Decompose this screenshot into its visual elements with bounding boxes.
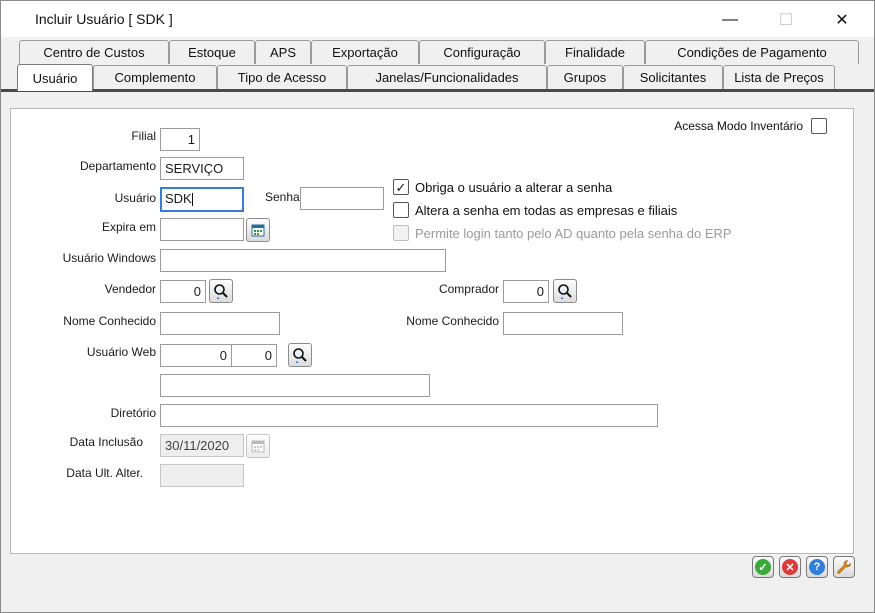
obriga-alterar-senha-label: Obriga o usuário a alterar a senha [415, 180, 613, 195]
comprador-label: Comprador [438, 282, 499, 296]
data-inclusao-label: Data Inclusão [69, 435, 143, 449]
senha-label: Senha [265, 190, 300, 204]
vendedor-label: Vendedor [104, 282, 156, 296]
usuario-windows-input[interactable] [160, 249, 446, 272]
minimize-button[interactable]: — [707, 7, 753, 33]
usuario-web-label: Usuário Web [86, 345, 156, 359]
tab-condicoes-de-pagamento[interactable]: Condições de Pagamento [645, 40, 859, 64]
senha-input[interactable] [300, 187, 384, 210]
calendar-icon [246, 434, 270, 458]
comprador-input[interactable]: 0 [503, 280, 549, 303]
tab-configuracao[interactable]: Configuração [419, 40, 545, 64]
diretorio-label: Diretório [110, 406, 156, 420]
vendedor-input[interactable]: 0 [160, 280, 206, 303]
tools-button[interactable] [833, 556, 855, 578]
usuario-web-name-input[interactable] [160, 374, 430, 397]
tab-aps[interactable]: APS [255, 40, 311, 64]
x-icon: ✕ [782, 559, 798, 575]
usuario-web-code-input[interactable]: 0 [231, 344, 277, 367]
usuario-web-id-input[interactable]: 0 [160, 344, 232, 367]
filial-input[interactable]: 1 [160, 128, 200, 151]
tab-centro-de-custos[interactable]: Centro de Custos [19, 40, 169, 64]
dialog-window: Incluir Usuário [ SDK ] — ☐ ✕ Centro de … [0, 0, 875, 613]
obriga-alterar-senha-checkbox[interactable]: ✓ [393, 179, 409, 195]
tab-tipo-de-acesso[interactable]: Tipo de Acesso [217, 65, 347, 89]
magnifier-icon [558, 284, 572, 299]
confirm-button[interactable]: ✓ [752, 556, 774, 578]
usuario-input-text: SDK [165, 191, 192, 206]
magnifier-icon [293, 348, 307, 363]
diretorio-input[interactable] [160, 404, 658, 427]
magnifier-icon [214, 284, 228, 299]
usuario-label: Usuário [114, 191, 156, 205]
altera-senha-empresas-label: Altera a senha em todas as empresas e fi… [415, 203, 678, 218]
data-inclusao-input: 30/11/2020 [160, 434, 244, 457]
departamento-label: Departamento [79, 159, 156, 173]
tab-exportacao[interactable]: Exportação [311, 40, 419, 64]
departamento-input[interactable]: SERVIÇO [160, 157, 244, 180]
permite-login-ad-checkbox [393, 225, 409, 241]
data-ult-alter-label: Data Ult. Alter. [66, 466, 143, 480]
tab-divider [1, 89, 874, 92]
usuario-windows-label: Usuário Windows [62, 251, 156, 265]
window-title: Incluir Usuário [ SDK ] [35, 11, 173, 27]
title-bar: Incluir Usuário [ SDK ] — ☐ ✕ [1, 1, 874, 37]
expira-em-input[interactable] [160, 218, 244, 241]
nome-conhecido-vendedor-label: Nome Conhecido [63, 314, 156, 328]
user-form-panel [10, 108, 854, 554]
expira-em-label: Expira em [101, 220, 156, 234]
vendedor-search-button[interactable] [209, 279, 233, 303]
tab-janelas-funcionalidades[interactable]: Janelas/Funcionalidades [347, 65, 547, 89]
wrench-icon [837, 560, 851, 574]
calendar-icon[interactable] [246, 218, 270, 242]
tab-lista-de-precos[interactable]: Lista de Preços [723, 65, 835, 89]
tab-usuario[interactable]: Usuário [17, 64, 93, 91]
help-button[interactable]: ? [806, 556, 828, 578]
tab-solicitantes[interactable]: Solicitantes [623, 65, 723, 89]
modo-inventario-checkbox[interactable] [811, 118, 827, 134]
nome-conhecido-vendedor-input[interactable] [160, 312, 280, 335]
nome-conhecido-comprador-label: Nome Conhecido [406, 314, 499, 328]
nome-conhecido-comprador-input[interactable] [503, 312, 623, 335]
usuario-web-search-button[interactable] [288, 343, 312, 367]
modo-inventario-label: Acessa Modo Inventário [674, 119, 803, 133]
tab-grupos[interactable]: Grupos [547, 65, 623, 89]
cancel-button[interactable]: ✕ [779, 556, 801, 578]
maximize-button: ☐ [778, 12, 794, 29]
tab-estoque[interactable]: Estoque [169, 40, 255, 64]
question-icon: ? [809, 559, 825, 575]
usuario-input[interactable]: SDK [160, 187, 244, 212]
comprador-search-button[interactable] [553, 279, 577, 303]
tab-complemento[interactable]: Complemento [93, 65, 217, 89]
filial-label: Filial [131, 129, 156, 143]
tab-finalidade[interactable]: Finalidade [545, 40, 645, 64]
close-button[interactable]: ✕ [819, 7, 865, 33]
permite-login-ad-label: Permite login tanto pelo AD quanto pela … [415, 226, 732, 241]
check-icon: ✓ [755, 559, 771, 575]
text-caret [191, 193, 193, 207]
altera-senha-empresas-checkbox[interactable] [393, 202, 409, 218]
data-ult-alter-input [160, 464, 244, 487]
